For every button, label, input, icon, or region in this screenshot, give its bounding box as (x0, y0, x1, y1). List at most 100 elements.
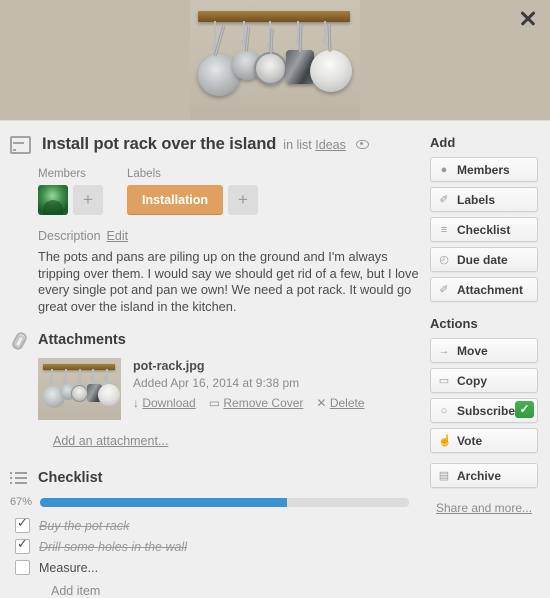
eye-icon (355, 140, 369, 150)
progress-fill (40, 497, 288, 507)
checklist-item-checkbox[interactable] (15, 560, 30, 575)
description-heading: Description (38, 229, 101, 243)
action-button-archive[interactable]: ▤ Archive (430, 463, 538, 488)
page-title: Install pot rack over the island in list … (42, 135, 369, 154)
paperclip-icon (10, 331, 27, 348)
attachment-date: Added Apr 16, 2014 at 9:38 pm (133, 376, 300, 390)
add-button-due-date[interactable]: ◴ Due date (430, 247, 538, 272)
attachments-header: Attachments (10, 331, 425, 348)
remove-cover-action[interactable]: ▭ Remove Cover (209, 396, 304, 410)
action-button-label: Archive (457, 468, 502, 483)
attachments-heading: Attachments (38, 331, 126, 348)
card-window-icon (10, 136, 31, 154)
checklist-icon (10, 471, 27, 485)
card-title-row: Install pot rack over the island in list … (10, 135, 425, 154)
card-cover (0, 0, 550, 121)
checklist-progress: 67% (10, 496, 425, 508)
checklist-item-checkbox[interactable] (15, 536, 30, 554)
add-button-attachment[interactable]: ✐ Attachment (430, 277, 538, 302)
add-button-checklist[interactable]: ≡ Checklist (430, 217, 538, 242)
add-button-members[interactable]: ● Members (430, 157, 538, 182)
attachment-info: pot-rack.jpg Added Apr 16, 2014 at 9:38 … (133, 358, 378, 420)
description-edit-link[interactable]: Edit (107, 229, 129, 243)
add-button-label: Labels (457, 192, 496, 207)
add-button-labels[interactable]: ✐ Labels (430, 187, 538, 212)
download-action[interactable]: ↓ Download (133, 396, 196, 410)
share-and-more-link[interactable]: Share and more... (430, 501, 538, 515)
attachment-thumbnail[interactable] (38, 358, 121, 420)
add-button-group: ● Members ✐ Labels ≡ Checklist ◴ Due date ✐ Attac… (430, 157, 538, 302)
cover-photo-rail (198, 11, 350, 22)
members-group: Members + (38, 168, 103, 215)
list-link[interactable]: Ideas (315, 138, 346, 152)
add-button-label: Checklist (457, 222, 511, 237)
add-attachment-link[interactable]: Add an attachment... (53, 434, 168, 448)
checklist-heading: Checklist (38, 470, 103, 486)
card-detail-body: Install pot rack over the island in list … (0, 121, 550, 598)
arrow-right-icon: → (438, 344, 450, 357)
add-section-heading: Add (430, 135, 456, 150)
card-sidebar: Add ● Members ✐ Labels ≡ Checklist ◴ Due date ✐ A… (430, 135, 538, 515)
card-meta-row: Members + Labels Installation + (38, 168, 425, 215)
card-main-column: Install pot rack over the island in list … (10, 135, 425, 598)
delete-action[interactable]: ✕ Delete (316, 396, 364, 410)
description-text: The pots and pans are piling up on the g… (38, 249, 419, 314)
checklist-icon: ≡ (440, 223, 448, 236)
checklist-item[interactable]: Drill some holes in the wall (10, 536, 425, 557)
action-button-copy[interactable]: ▭ Copy (430, 368, 538, 393)
members-list: + (38, 185, 103, 215)
checklist-header: Checklist (10, 470, 425, 486)
checklist-item-label: Drill some holes in the wall (39, 539, 187, 554)
add-button-label: Members (457, 162, 510, 177)
checklist-item-label: Buy the pot rack (39, 518, 130, 533)
add-checklist-item-link[interactable]: Add item (51, 584, 425, 598)
thumbnail-hook (63, 369, 71, 385)
checklist-item[interactable]: Measure... (10, 557, 425, 578)
label-chip[interactable]: Installation (127, 185, 223, 215)
archive-box-icon: ▤ (438, 469, 450, 482)
labels-heading: Labels (127, 168, 161, 180)
action-button-label: Copy (457, 373, 487, 388)
add-button-label: Due date (457, 252, 508, 267)
checklist-item-checkbox[interactable] (15, 515, 30, 533)
thumbnail-hook (104, 369, 112, 384)
attachment-actions: ↓ Download ▭ Remove Cover ✕ Delete (133, 396, 378, 410)
description-block: Description Edit The pots and pans are pi… (38, 229, 425, 315)
card-in-list: in list Ideas (283, 138, 346, 152)
action-button-label: Vote (457, 433, 483, 448)
cover-photo (190, 0, 360, 120)
attachment-item: pot-rack.jpg Added Apr 16, 2014 at 9:38 … (38, 358, 425, 420)
eye-icon: ○ (440, 404, 448, 417)
labels-list: Installation + (127, 185, 258, 215)
action-button-group: → Move ▭ Copy ○ Subscribe ✓ ☝ Vote ▤ Archive (430, 338, 538, 488)
thumbnail-hook (49, 369, 57, 387)
progress-percent-label: 67% (10, 496, 33, 508)
download-label: Download (142, 396, 196, 410)
action-button-move[interactable]: → Move (430, 338, 538, 363)
add-label-button[interactable]: + (228, 185, 258, 215)
person-icon: ● (440, 163, 448, 176)
attachment-filename: pot-rack.jpg (133, 359, 205, 373)
thumbnail-pan (98, 384, 120, 406)
subscribed-check-badge: ✓ (515, 401, 534, 418)
tag-icon: ✐ (439, 193, 449, 206)
action-button-vote[interactable]: ☝ Vote (430, 428, 538, 453)
checklist-item[interactable]: Buy the pot rack (10, 515, 425, 536)
members-heading: Members (38, 168, 86, 180)
delete-label: Delete (329, 396, 365, 410)
avatar[interactable] (38, 185, 68, 215)
pan (254, 52, 287, 85)
close-icon[interactable] (517, 7, 539, 29)
actions-section-heading: Actions (430, 316, 478, 331)
add-button-label: Attachment (457, 282, 524, 297)
thumbnail-pan (71, 385, 88, 402)
copy-icon: ▭ (438, 374, 450, 387)
pan (310, 50, 352, 92)
thumbs-up-icon: ☝ (438, 434, 452, 447)
checklist-items: Buy the pot rack Drill some holes in the … (10, 515, 425, 578)
card-title-text: Install pot rack over the island (42, 135, 277, 153)
action-button-subscribe[interactable]: ○ Subscribe ✓ (430, 398, 538, 423)
checklist-item-label: Measure... (39, 560, 99, 575)
add-member-button[interactable]: + (73, 185, 103, 215)
paperclip-icon: ✐ (439, 283, 449, 296)
